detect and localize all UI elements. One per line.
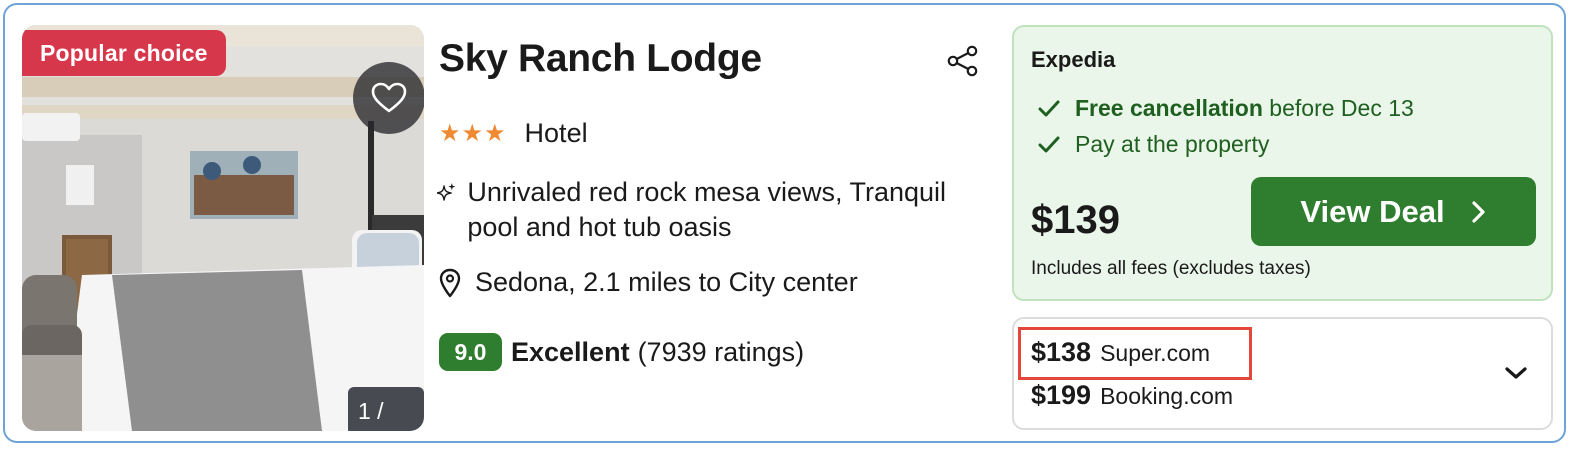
perk-pay-at-property: Pay at the property	[1038, 131, 1269, 158]
check-icon	[1038, 100, 1060, 116]
offer-site: Booking.com	[1100, 383, 1234, 409]
location-row: Sedona, 2.1 miles to City center	[439, 267, 858, 298]
share-icon[interactable]	[945, 45, 981, 77]
perk1-rest: before Dec 13	[1262, 95, 1414, 121]
view-deal-label: View Deal	[1300, 193, 1445, 229]
popular-choice-badge: Popular choice	[22, 30, 226, 76]
heart-icon	[371, 82, 407, 113]
feature-highlights: Unrivaled red rock mesa views, Tranquil …	[437, 175, 997, 245]
offer-row[interactable]: $138 Super.com	[1031, 337, 1210, 368]
star-rating: ★★★	[439, 120, 507, 147]
fees-note: Includes all fees (excludes taxes)	[1031, 258, 1311, 279]
rating-score: 9.0	[439, 333, 502, 371]
hotel-name[interactable]: Sky Ranch Lodge	[439, 37, 762, 81]
rating-label: Excellent	[511, 336, 630, 367]
featured-deal[interactable]: Expedia Free cancellation before Dec 13 …	[1012, 25, 1553, 301]
feature-text: Unrivaled red rock mesa views, Tranquil …	[467, 177, 947, 242]
view-deal-button[interactable]: View Deal	[1251, 177, 1536, 246]
favorite-button[interactable]	[353, 62, 424, 134]
sparkle-icon	[437, 183, 456, 201]
perk-free-cancellation: Free cancellation before Dec 13	[1038, 95, 1414, 122]
property-type: Hotel	[524, 118, 588, 148]
hotel-card[interactable]: Popular choice 1 / 72 Sky Ranch Lodge ★★…	[3, 3, 1566, 443]
hotel-class: ★★★ Hotel	[439, 118, 588, 149]
location-text: Sedona, 2.1 miles to City center	[475, 267, 858, 297]
hotel-photo[interactable]: Popular choice 1 / 72	[22, 25, 424, 431]
offer-price: $199	[1031, 380, 1092, 410]
perk2-text: Pay at the property	[1075, 131, 1270, 157]
check-icon	[1038, 136, 1060, 152]
offer-price: $138	[1031, 337, 1092, 367]
offer-row[interactable]: $199 Booking.com	[1031, 380, 1233, 411]
perk1-bold: Free cancellation	[1075, 95, 1263, 121]
offer-site: Super.com	[1100, 340, 1211, 366]
guest-rating[interactable]: 9.0 Excellent (7939 ratings)	[439, 333, 804, 371]
chevron-right-icon	[1471, 200, 1485, 223]
rating-count: (7939 ratings)	[637, 336, 805, 367]
deal-price: $139	[1031, 198, 1120, 242]
map-pin-icon	[439, 268, 461, 297]
deal-provider: Expedia	[1031, 47, 1116, 72]
photo-counter: 1 / 72	[348, 387, 424, 431]
other-offers[interactable]: $138 Super.com $199 Booking.com	[1012, 317, 1553, 430]
chevron-down-icon[interactable]	[1504, 365, 1528, 381]
